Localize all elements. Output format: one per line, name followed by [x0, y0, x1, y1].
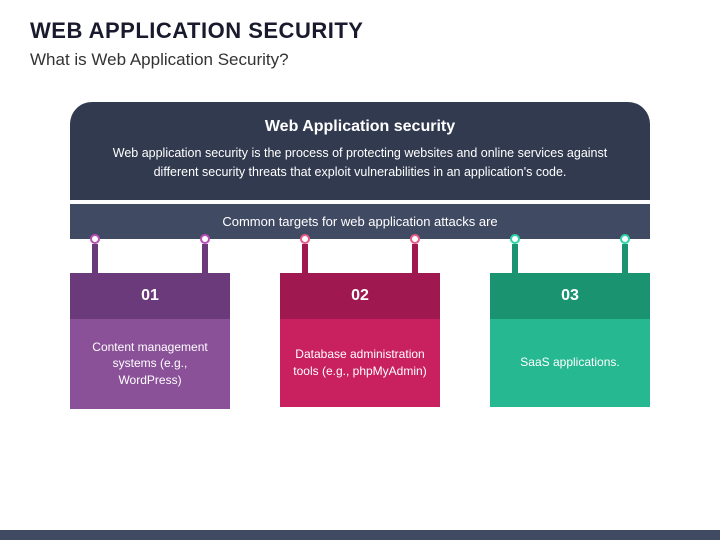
connector-dot-icon	[90, 234, 100, 244]
connector-dot-icon	[300, 234, 310, 244]
definition-text: Web application security is the process …	[110, 144, 610, 182]
connector-dot-icon	[410, 234, 420, 244]
section-bar: Common targets for web application attac…	[70, 204, 650, 239]
slide-subtitle: What is Web Application Security?	[30, 50, 690, 70]
connector-dot-icon	[620, 234, 630, 244]
card-text: SaaS applications.	[490, 319, 650, 407]
cards-row: 01 Content management systems (e.g., Wor…	[70, 239, 650, 409]
card-number: 01	[70, 273, 230, 319]
definition-box: Web Application security Web application…	[70, 102, 650, 200]
card-text: Content management systems (e.g., WordPr…	[70, 319, 230, 409]
definition-title: Web Application security	[110, 118, 610, 136]
connector-dot-icon	[510, 234, 520, 244]
card-number: 02	[280, 273, 440, 319]
slide-content: Web Application security Web application…	[0, 78, 720, 409]
connector-dot-icon	[200, 234, 210, 244]
card-text: Database administration tools (e.g., php…	[280, 319, 440, 407]
slide-title: WEB APPLICATION SECURITY	[30, 18, 690, 44]
card-number: 03	[490, 273, 650, 319]
slide-header: WEB APPLICATION SECURITY What is Web App…	[0, 0, 720, 78]
card-2: 02 Database administration tools (e.g., …	[280, 239, 440, 409]
card-3: 03 SaaS applications.	[490, 239, 650, 409]
card-1: 01 Content management systems (e.g., Wor…	[70, 239, 230, 409]
footer-bar	[0, 530, 720, 540]
